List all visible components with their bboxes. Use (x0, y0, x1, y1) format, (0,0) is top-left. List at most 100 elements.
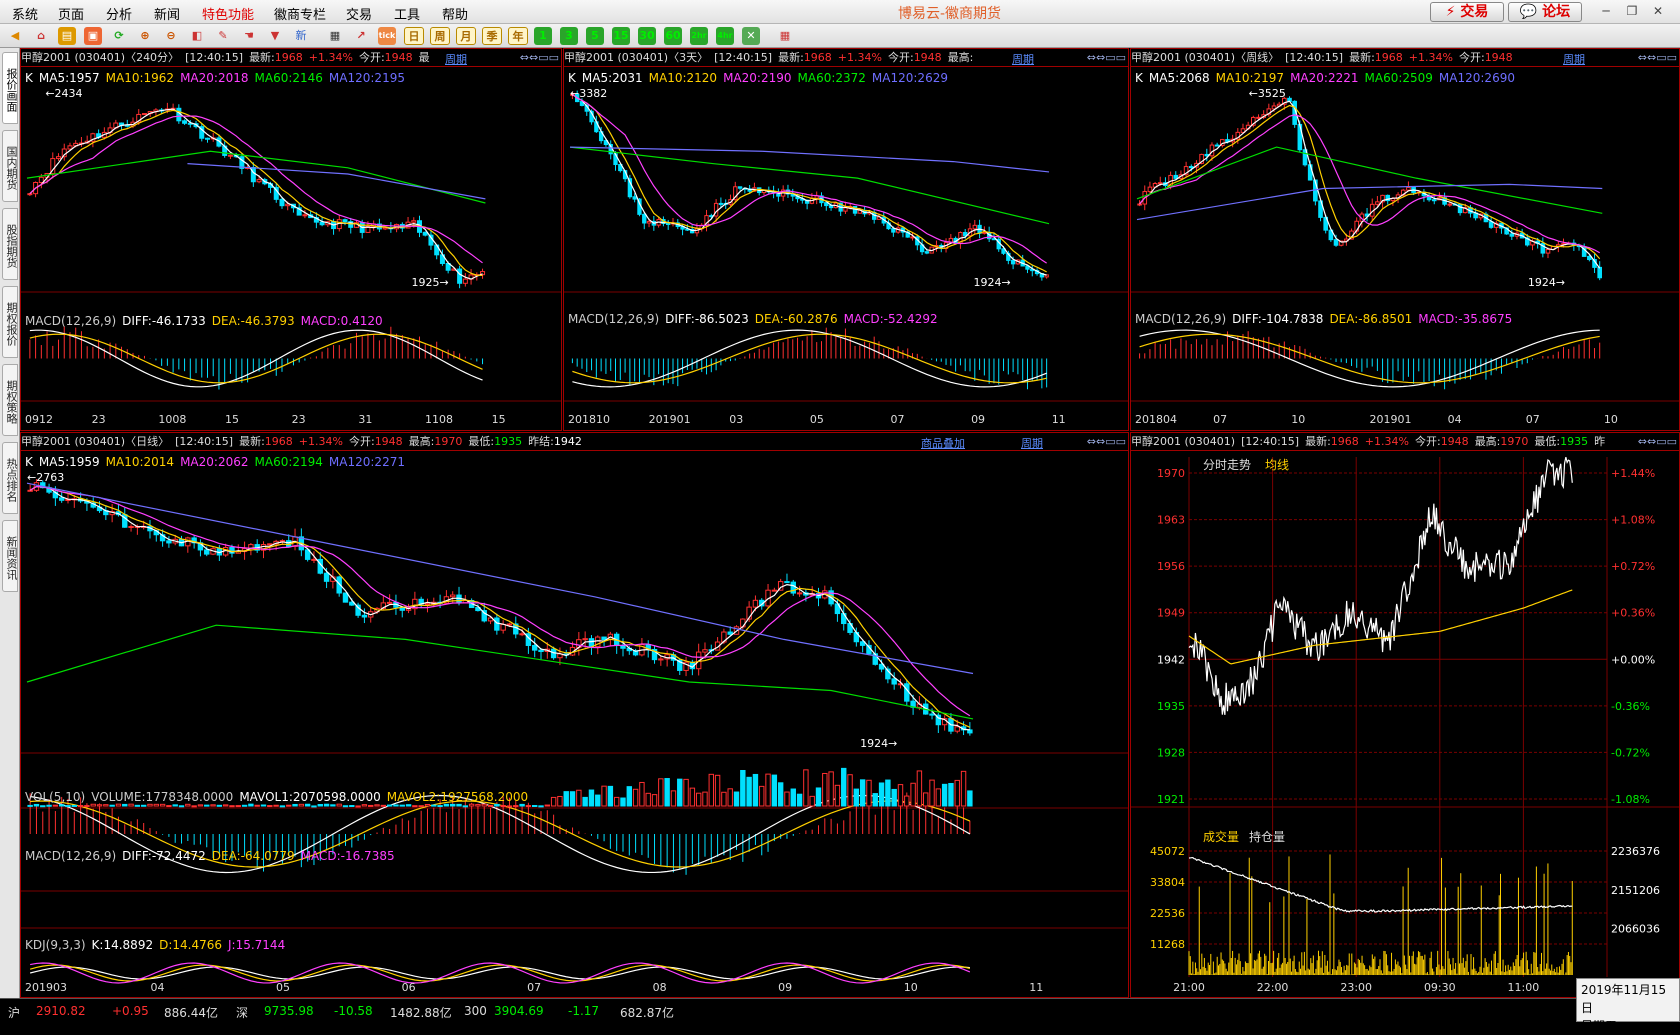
candle (494, 617, 500, 631)
settings-icon[interactable]: ✕ (742, 27, 760, 45)
quote-icon[interactable]: ▣ (84, 27, 102, 45)
volume-bar (550, 796, 557, 807)
panel-controls-icon[interactable]: ⇔⇔▭▭ (520, 51, 559, 64)
volume-bar (929, 779, 935, 807)
candle (796, 592, 803, 595)
period-week-button[interactable]: 周 (430, 27, 450, 45)
candle (646, 220, 652, 224)
zoom-in-icon[interactable]: ⊕ (136, 27, 154, 45)
period-quarter-button[interactable]: 季 (482, 27, 502, 45)
volume-bar (582, 796, 588, 807)
candle (1431, 199, 1437, 202)
volume-bar (784, 791, 790, 807)
period-day-button[interactable]: 日 (404, 27, 424, 45)
window-icon[interactable]: ◧ (188, 27, 206, 45)
menu-special[interactable]: 特色功能 (202, 4, 254, 23)
draw-icon[interactable]: ✎ (214, 27, 232, 45)
vol-legend: VOL(5,10) VOLUME:1778348.0000 MAVOL1:20705… (25, 790, 534, 804)
chart-panel-daily[interactable]: ←2763 1924→ 甲醇2001 (030401)〈日线〉 [12:40:15]… (20, 432, 1129, 998)
min-60-button[interactable]: 60 (664, 27, 682, 45)
time-label: [12:40:15] (175, 435, 234, 448)
panel-controls-icon[interactable]: ⇔⇔▭▭ (1087, 435, 1126, 448)
hr-2-button[interactable]: 2hr (690, 27, 708, 45)
min-1-button[interactable]: 1 (534, 27, 552, 45)
new-button[interactable]: 新 (292, 27, 310, 45)
chart-panel-weekly[interactable]: ←3525 1924→ 甲醇2001 (030401)〈周线〉 [12:40:15]… (1130, 48, 1680, 431)
candle (588, 638, 595, 648)
period-year-button[interactable]: 年 (508, 27, 528, 45)
toolbar: ◀ ⌂ ▤ ▣ ⟳ ⊕ ⊖ ◧ ✎ ☚ ▼ 新 ▦ ↗ tick 日 周 月 季… (0, 24, 1680, 48)
chart-panel-3day[interactable]: ←3382 1924→ 甲醇2001 (030401)〈3天〉 [12:40:15]… (563, 48, 1129, 431)
filter-icon[interactable]: ▼ (266, 27, 284, 45)
ma5-line (572, 93, 1047, 276)
table-icon[interactable]: ▦ (326, 27, 344, 45)
panel-controls-icon[interactable]: ⇔⇔▭▭ (1087, 51, 1126, 64)
period-month-button[interactable]: 月 (456, 27, 476, 45)
folder-icon[interactable]: ▤ (58, 27, 76, 45)
volume-bar (891, 788, 897, 807)
period-button[interactable]: 周期 (445, 51, 467, 67)
min-15-button[interactable]: 15 (612, 27, 630, 45)
volume-bar (178, 805, 185, 808)
candle (342, 592, 349, 603)
min-3-button[interactable]: 3 (560, 27, 578, 45)
sidetab-option-strategy[interactable]: 期权策略 (2, 364, 18, 436)
low-marker: 1924→ (973, 276, 1010, 289)
menu-page[interactable]: 页面 (58, 4, 84, 23)
volume-bar (714, 774, 721, 807)
ma20-label: MA20:2018 (180, 71, 249, 85)
volume-bar (506, 805, 513, 808)
hand-icon[interactable]: ☚ (240, 27, 258, 45)
x-axis-label: 05 (809, 413, 824, 426)
period-button[interactable]: 周期 (1012, 51, 1034, 67)
menu-tools[interactable]: 工具 (394, 4, 420, 23)
sidetab-hot-ranking[interactable]: 热点排名 (2, 442, 18, 514)
date-text: 2019年11月15日 (1581, 983, 1667, 1015)
minimize-icon[interactable]: ─ (1596, 3, 1616, 19)
menu-huishang-column[interactable]: 徽商专栏 (274, 4, 326, 23)
volume-bar (910, 782, 916, 807)
menu-bar: 系统 页面 分析 新闻 特色功能 徽商专栏 交易 工具 帮助 博易云-徽商期货 … (0, 0, 1680, 24)
hr-4-button[interactable]: 4hr (716, 27, 734, 45)
home-icon[interactable]: ⌂ (32, 27, 50, 45)
refresh-icon[interactable]: ⟳ (110, 27, 128, 45)
panel-controls-icon[interactable]: ⇔⇔▭▭ (1638, 51, 1677, 64)
calendar-icon[interactable]: ▦ (776, 27, 794, 45)
volume-bar (103, 804, 109, 807)
trade-button[interactable]: ⚡ 交易 (1430, 2, 1504, 22)
macd-dea: DEA:-86.8501 (1329, 312, 1413, 326)
close-icon[interactable]: ✕ (1648, 3, 1668, 19)
panel-controls-icon[interactable]: ⇔⇔▭▭ (1638, 435, 1677, 448)
candle (204, 137, 211, 140)
restore-icon[interactable]: ❐ (1622, 3, 1642, 19)
menu-system[interactable]: 系统 (12, 4, 38, 23)
sidetab-domestic-futures[interactable]: 国内期货 (2, 130, 18, 202)
menu-trade[interactable]: 交易 (346, 4, 372, 23)
back-icon[interactable]: ◀ (6, 27, 24, 45)
side-tabs: 报价画面 国内期货 股指期货 期权报价 期权策略 热点排名 新闻资讯 (0, 48, 20, 998)
menu-analysis[interactable]: 分析 (106, 4, 132, 23)
sh-label: 沪 (8, 1006, 21, 1020)
min-30-button[interactable]: 30 (638, 27, 656, 45)
zoom-out-icon[interactable]: ⊖ (162, 27, 180, 45)
sidetab-index-futures[interactable]: 股指期货 (2, 208, 18, 280)
volume-bar (304, 803, 311, 807)
sidetab-option-quotes[interactable]: 期权报价 (2, 286, 18, 358)
period-button[interactable]: 周期 (1021, 435, 1043, 451)
forum-button[interactable]: 💬 论坛 (1508, 2, 1582, 22)
menu-help[interactable]: 帮助 (442, 4, 468, 23)
chart-panel-240min[interactable]: ←2434 1925→ 甲醇2001 (030401)〈240分〉 [12:40:1… (20, 48, 562, 431)
sidetab-news[interactable]: 新闻资讯 (2, 520, 18, 592)
sidetab-quotes[interactable]: 报价画面 (2, 52, 18, 124)
x-axis-label: 09 (971, 413, 986, 426)
pct-tick: +0.36% (1611, 607, 1655, 620)
tick-icon[interactable]: tick (378, 27, 396, 45)
menu-news[interactable]: 新闻 (154, 4, 180, 23)
candle (285, 203, 291, 207)
period-button[interactable]: 周期 (1563, 51, 1585, 67)
chart-icon[interactable]: ↗ (352, 27, 370, 45)
overlay-button[interactable]: 商品叠加 (921, 435, 965, 451)
min-5-button[interactable]: 5 (586, 27, 604, 45)
intraday-panel[interactable]: 1970 +1.44% 1963 +1.08% 1956 +0.72% 1949 +0.36%… (1130, 432, 1680, 998)
x-axis-label: 04 (1447, 413, 1462, 426)
